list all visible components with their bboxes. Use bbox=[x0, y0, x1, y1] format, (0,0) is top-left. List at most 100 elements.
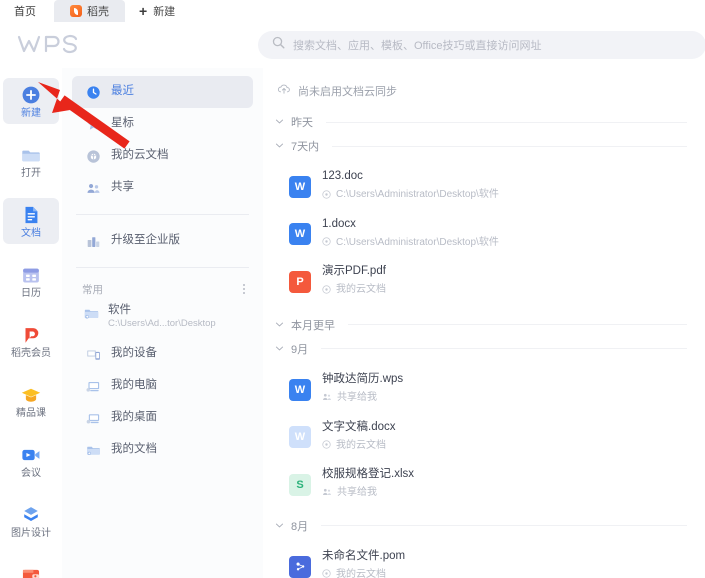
nav-label-my-computer: 我的电脑 bbox=[111, 379, 157, 392]
file-location: 我的云文档 bbox=[336, 284, 386, 296]
divider bbox=[76, 214, 249, 215]
sidebar-label-image-design: 图片设计 bbox=[11, 527, 51, 539]
sidebar-item-courses[interactable]: 精品课 bbox=[3, 378, 59, 424]
group-label-august: 8月 bbox=[291, 520, 309, 533]
new-tab-button[interactable]: + 新建 bbox=[125, 0, 189, 22]
file-row-text-doc[interactable]: W 文字文稿.docx 我的云文档 bbox=[263, 414, 705, 462]
group-header-august[interactable]: 8月 bbox=[275, 517, 687, 535]
people-icon bbox=[86, 181, 101, 196]
word-file-icon: W bbox=[289, 175, 311, 198]
group-rule bbox=[321, 348, 687, 350]
group-label-earlier-this-month: 本月更早 bbox=[291, 319, 335, 332]
tab-home[interactable]: 首页 bbox=[0, 0, 54, 22]
section-title: 常用 bbox=[82, 283, 103, 296]
search-bar[interactable]: 搜索文档、应用、模板、Office技巧或直接访问网址 bbox=[258, 31, 705, 59]
group-header-earlier-this-month[interactable]: 本月更早 bbox=[275, 316, 687, 334]
wps-logo bbox=[16, 32, 92, 58]
sidebar-item-docer-member[interactable]: 稻壳会员 bbox=[3, 318, 59, 364]
file-location: C:\Users\Administrator\Desktop\软件 bbox=[336, 189, 499, 201]
file-name: 文字文稿.docx bbox=[322, 420, 396, 433]
file-location: 共享给我 bbox=[337, 392, 377, 404]
tab-home-label: 首页 bbox=[14, 6, 36, 18]
file-name: 123.doc bbox=[322, 170, 363, 182]
tab-docer-label: 稻壳 bbox=[87, 6, 109, 18]
sidebar-label-calendar: 日历 bbox=[21, 287, 41, 299]
nav-item-my-cloud-docs[interactable]: 我的云文档 bbox=[72, 140, 253, 172]
nav-item-shared[interactable]: 共享 bbox=[72, 172, 253, 204]
chevron-down-icon bbox=[275, 340, 284, 358]
folder-link-icon bbox=[84, 306, 99, 321]
group-label-within-7-days: 7天内 bbox=[291, 141, 320, 153]
favorite-folder-path: C:\Users\Ad...tor\Desktop bbox=[108, 317, 216, 329]
favorite-folder-item[interactable]: 软件 C:\Users\Ad...tor\Desktop bbox=[62, 300, 263, 332]
cloud-box-icon bbox=[86, 149, 101, 164]
chevron-down-icon bbox=[275, 316, 284, 334]
nav-label-shared: 共享 bbox=[111, 181, 134, 194]
nav-item-my-computer[interactable]: 我的电脑 bbox=[72, 370, 253, 402]
sidebar-item-calendar[interactable]: 日历 bbox=[3, 258, 59, 304]
file-name: 1.docx bbox=[322, 217, 356, 230]
plus-circle-icon bbox=[20, 84, 42, 106]
file-row-resume-wps[interactable]: W 钟政达简历.wps 共享给我 bbox=[263, 366, 705, 414]
group-header-yesterday[interactable]: 昨天 bbox=[275, 113, 687, 131]
more-vertical-icon[interactable] bbox=[243, 284, 245, 294]
nav-label-upgrade-enterprise: 升级至企业版 bbox=[111, 234, 180, 247]
nav-item-my-documents[interactable]: 我的文档 bbox=[72, 434, 253, 466]
video-camera-icon bbox=[20, 444, 42, 466]
device-icon bbox=[86, 347, 101, 362]
file-row-1-docx[interactable]: W 1.docx C:\Users\Administrator\Desktop\… bbox=[263, 211, 705, 259]
cloud-icon bbox=[322, 281, 331, 299]
nav-item-starred[interactable]: 星标 bbox=[72, 108, 253, 140]
nav-label-my-devices: 我的设备 bbox=[111, 347, 157, 360]
sidebar-item-image-design[interactable]: 图片设计 bbox=[3, 498, 59, 544]
file-name: 演示PDF.pdf bbox=[322, 265, 386, 278]
word-file-icon: W bbox=[289, 378, 311, 401]
people-icon bbox=[322, 484, 332, 502]
cloud-sync-notice[interactable]: 尚未启用文档云同步 bbox=[263, 68, 705, 99]
group-header-within-7-days[interactable]: 7天内 bbox=[275, 137, 687, 155]
folder-docs-icon bbox=[86, 443, 101, 458]
sidebar-label-meeting: 会议 bbox=[21, 467, 41, 479]
sidebar-item-meeting[interactable]: 会议 bbox=[3, 438, 59, 484]
file-location: 共享给我 bbox=[337, 487, 377, 499]
sidebar-item-open[interactable]: 打开 bbox=[3, 138, 59, 184]
nav-label-my-cloud-docs: 我的云文档 bbox=[111, 149, 169, 162]
file-row-pdf-demo[interactable]: P 演示PDF.pdf 我的云文档 bbox=[263, 258, 705, 306]
computer-icon bbox=[86, 379, 101, 394]
document-icon bbox=[20, 204, 42, 226]
new-tab-label: 新建 bbox=[153, 6, 176, 18]
nav-item-recent[interactable]: 最近 bbox=[72, 76, 253, 108]
nav-item-my-devices[interactable]: 我的设备 bbox=[72, 338, 253, 370]
clock-icon bbox=[86, 85, 101, 100]
cloud-icon bbox=[322, 565, 331, 578]
file-name: 钟政达简历.wps bbox=[322, 372, 404, 385]
excel-file-icon: S bbox=[289, 474, 311, 497]
nav-item-upgrade-enterprise[interactable]: 升级至企业版 bbox=[72, 225, 253, 257]
chevron-down-icon bbox=[275, 137, 284, 155]
sidebar-item-wallet[interactable]: 我的钱包 bbox=[3, 558, 59, 578]
file-row-unnamed-pom[interactable]: 未命名文件.pom 我的云文档 bbox=[263, 543, 705, 578]
sidebar-item-documents[interactable]: 文档 bbox=[3, 198, 59, 244]
plus-icon: + bbox=[139, 3, 148, 19]
search-input[interactable]: 搜索文档、应用、模板、Office技巧或直接访问网址 bbox=[293, 37, 542, 53]
folder-icon bbox=[20, 144, 42, 166]
star-icon bbox=[86, 117, 101, 132]
file-row-123-doc[interactable]: W 123.doc C:\Users\Administrator\Desktop… bbox=[263, 163, 705, 211]
content-panel: 尚未启用文档云同步 昨天 7天内 W 123.doc C:\Users\Admi… bbox=[263, 68, 705, 578]
desktop-icon bbox=[86, 411, 101, 426]
nav-label-my-documents: 我的文档 bbox=[111, 443, 157, 456]
header-bar: 搜索文档、应用、模板、Office技巧或直接访问网址 bbox=[0, 22, 705, 69]
sidebar-item-new[interactable]: 新建 bbox=[3, 78, 59, 124]
tab-docer[interactable]: 稻壳 bbox=[54, 0, 125, 22]
sidebar-label-courses: 精品课 bbox=[16, 407, 46, 419]
left-rail: 新建 打开 文档 日历 稻壳会员 精品课 会议 图片设计 bbox=[0, 68, 63, 578]
group-header-september[interactable]: 9月 bbox=[275, 340, 687, 358]
file-row-uniform-xlsx[interactable]: S 校服规格登记.xlsx 共享给我 bbox=[263, 461, 705, 509]
nav-label-recent: 最近 bbox=[111, 85, 134, 98]
group-rule bbox=[332, 145, 687, 147]
nav-item-my-desktop[interactable]: 我的桌面 bbox=[72, 402, 253, 434]
group-label-yesterday: 昨天 bbox=[291, 117, 313, 129]
wallet-icon bbox=[20, 564, 42, 578]
file-location: 我的云文档 bbox=[336, 568, 386, 578]
people-icon bbox=[322, 389, 332, 407]
